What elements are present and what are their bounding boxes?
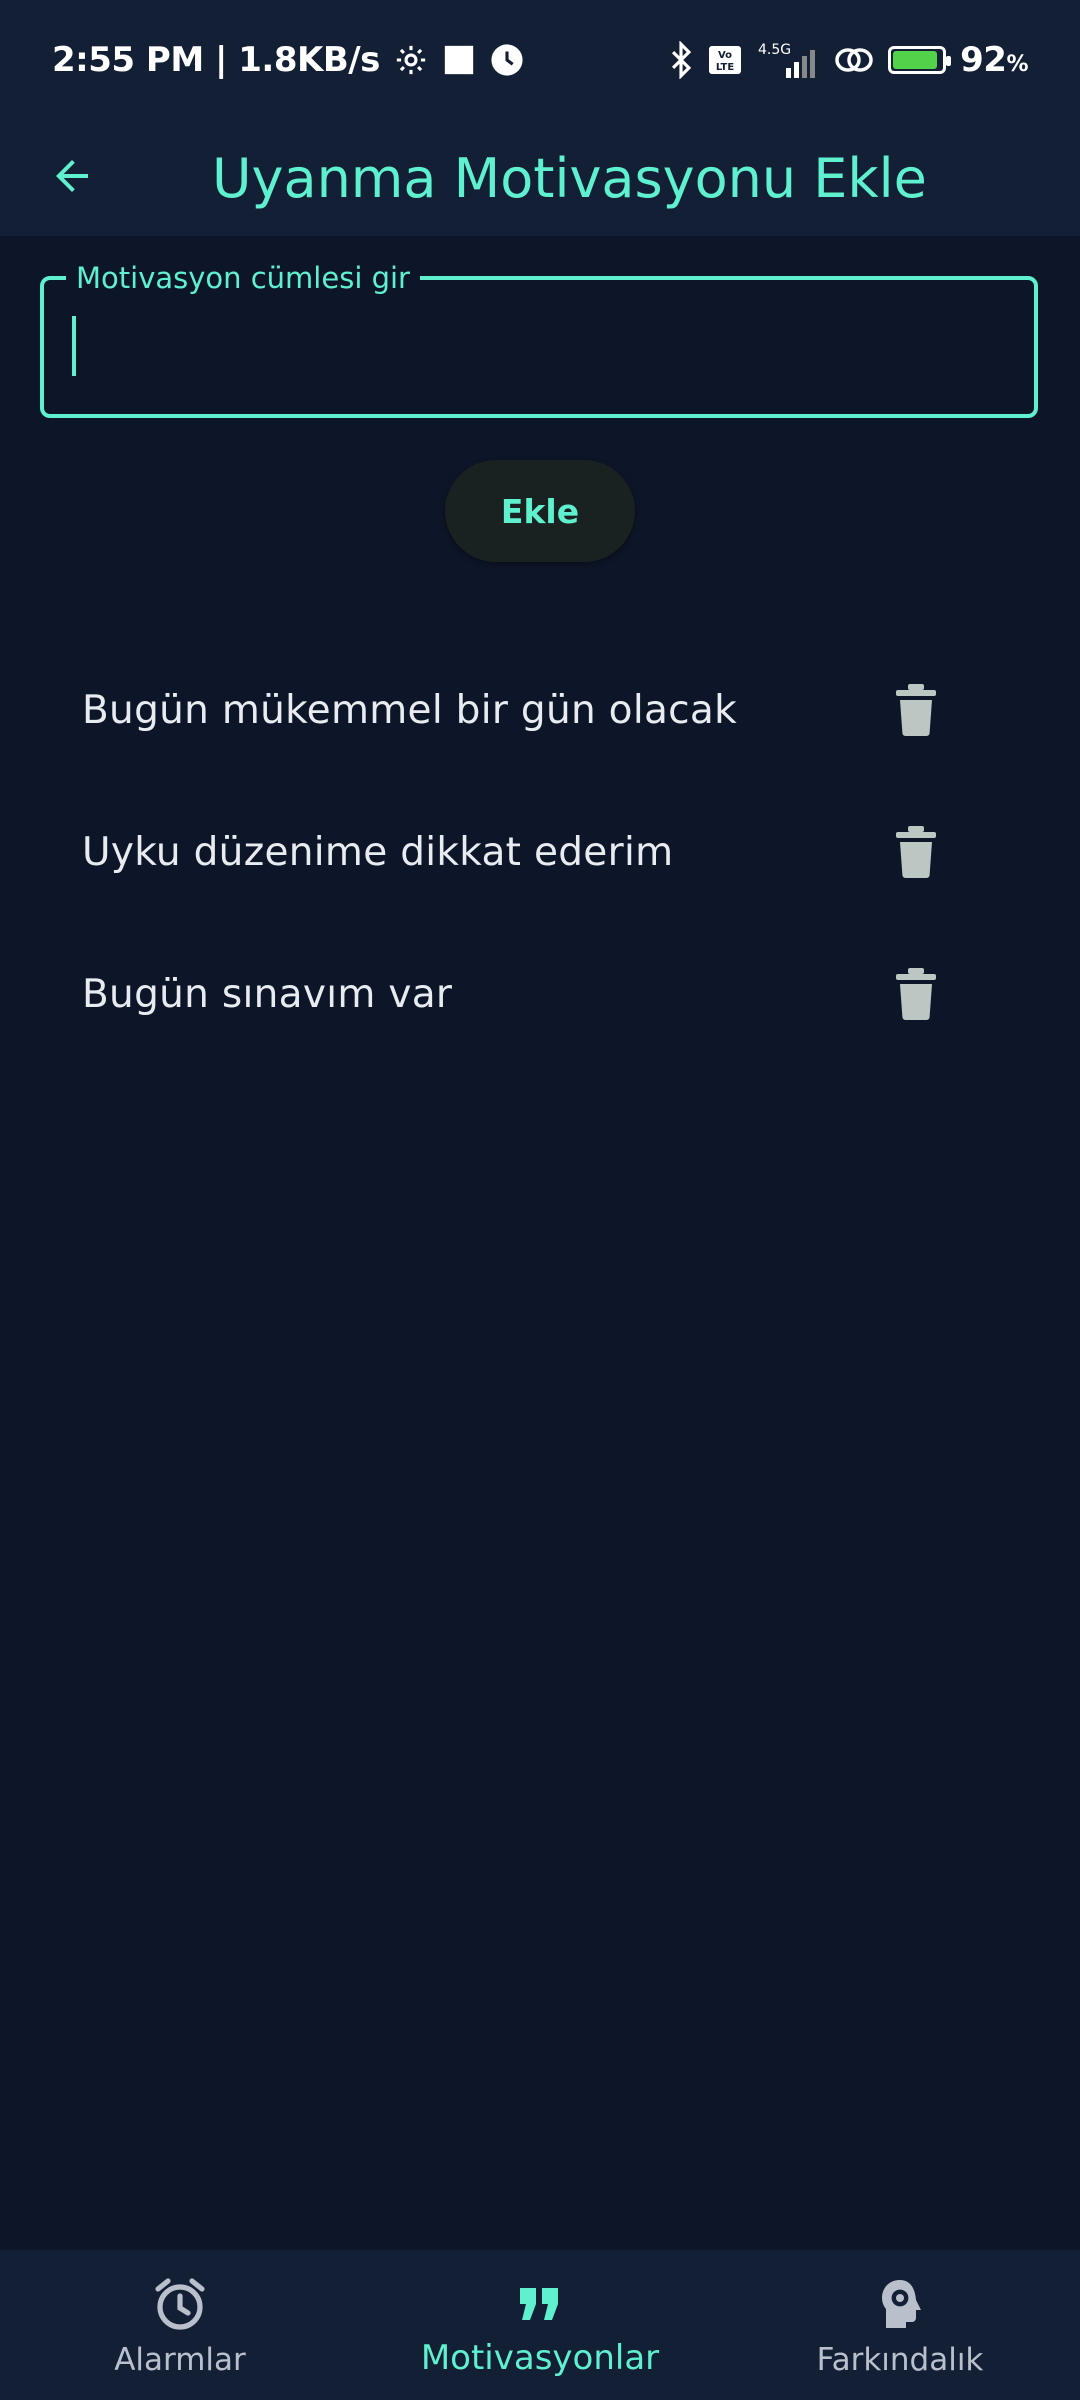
trash-icon: [896, 826, 936, 878]
quote-icon: [360, 2276, 720, 2332]
battery-fill: [893, 51, 937, 69]
svg-text:LTE: LTE: [716, 62, 735, 73]
head-gear-icon: [720, 2276, 1080, 2332]
top-app-bar: Uyanma Motivasyonu Ekle: [0, 120, 1080, 236]
network-type-label: 4.5G: [758, 42, 791, 58]
nav-item-motivasyonlar[interactable]: Motivasyonlar: [360, 2250, 720, 2400]
nav-label: Motivasyonlar: [420, 2338, 660, 2378]
status-bar: 2:55 PM | 1.8KB/s Vo LTE 4.5G 92%: [0, 0, 1080, 120]
settings-gear-icon: [394, 43, 428, 77]
square-notification-icon: [442, 43, 476, 77]
motivation-field[interactable]: Motivasyon cümlesi gir: [40, 258, 1038, 418]
trash-icon: [896, 968, 936, 1020]
motivation-input[interactable]: [68, 312, 1008, 384]
add-button[interactable]: Ekle: [445, 460, 635, 562]
delete-button[interactable]: [880, 674, 952, 746]
status-left: 2:55 PM | 1.8KB/s: [52, 40, 524, 80]
status-right: Vo LTE 4.5G 92%: [668, 40, 1028, 80]
motivation-text: Bugün sınavım var: [82, 971, 453, 1017]
nav-item-alarmlar[interactable]: Alarmlar: [0, 2250, 360, 2400]
bottom-navigation: Alarmlar Motivasyonlar Farkındalık: [0, 2250, 1080, 2400]
text-cursor: [72, 316, 76, 376]
volte-icon: Vo LTE: [708, 45, 742, 75]
svg-text:Vo: Vo: [718, 50, 732, 61]
link-icon: [834, 44, 874, 76]
status-time: 2:55 PM | 1.8KB/s: [52, 40, 380, 80]
delete-button[interactable]: [880, 958, 952, 1030]
list-item: Bugün sınavım var: [0, 924, 1080, 1064]
battery-percent: 92%: [960, 40, 1028, 80]
trash-icon: [896, 684, 936, 736]
list-item: Uyku düzenime dikkat ederim: [0, 782, 1080, 922]
motivation-text: Bugün mükemmel bir gün olacak: [82, 687, 737, 733]
bluetooth-icon: [668, 41, 694, 79]
back-button[interactable]: [40, 144, 104, 208]
motivation-field-label: Motivasyon cümlesi gir: [66, 258, 420, 298]
list-item: Bugün mükemmel bir gün olacak: [0, 640, 1080, 780]
clock-badge-icon: [490, 43, 524, 77]
motivation-text: Uyku düzenime dikkat ederim: [82, 829, 674, 875]
nav-label: Farkındalık: [816, 2342, 984, 2378]
nav-item-farkindalik[interactable]: Farkındalık: [720, 2250, 1080, 2400]
arrow-back-icon: [56, 160, 88, 192]
delete-button[interactable]: [880, 816, 952, 888]
battery-icon: [888, 46, 952, 74]
alarm-clock-icon: [0, 2276, 360, 2332]
nav-label: Alarmlar: [114, 2342, 246, 2378]
cell-signal-icon: 4.5G: [756, 40, 820, 80]
page-title: Uyanma Motivasyonu Ekle: [212, 146, 927, 210]
